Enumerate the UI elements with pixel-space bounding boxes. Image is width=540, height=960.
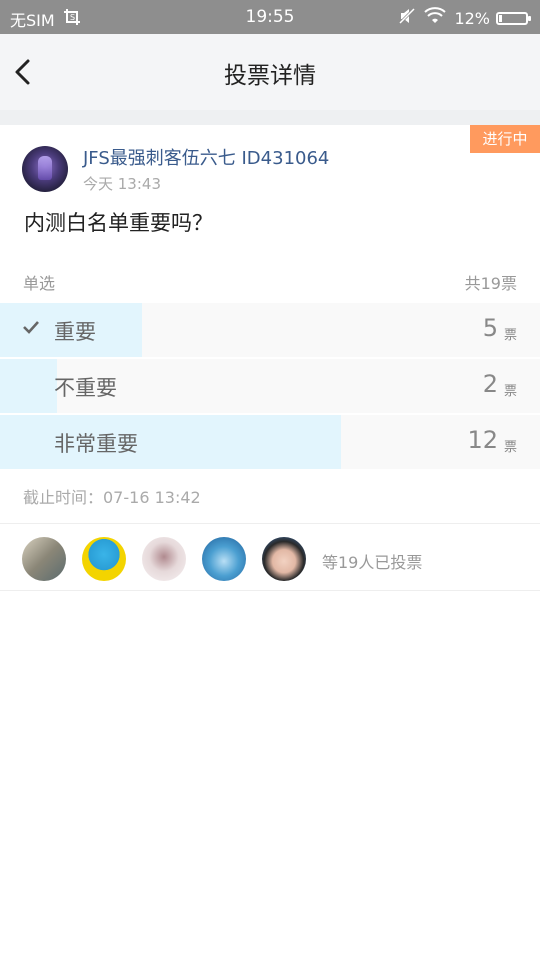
option-count: 2 <box>482 370 498 398</box>
wifi-icon <box>424 7 447 29</box>
vote-total: 共19票 <box>464 274 517 293</box>
option-count: 12 <box>467 426 498 454</box>
option-label: 非常重要 <box>54 432 138 456</box>
status-bar: 无SIM S 19:55 12% <box>0 0 540 34</box>
divider <box>0 523 540 524</box>
option-unit: 票 <box>503 384 517 399</box>
status-badge: 进行中 <box>467 125 540 153</box>
vote-option[interactable]: 不重要 2 票 <box>0 359 540 413</box>
voter-avatar[interactable] <box>262 537 306 581</box>
nav-bar: 投票详情 <box>0 34 540 110</box>
voter-avatar[interactable] <box>22 537 66 581</box>
vote-bar <box>0 359 57 413</box>
section-gap <box>0 110 540 125</box>
vote-question: 内测白名单重要吗？ <box>24 211 213 235</box>
vote-option[interactable]: 非常重要 12 票 <box>0 415 540 469</box>
page-title: 投票详情 <box>224 63 316 89</box>
checkmark-icon <box>22 319 40 340</box>
deadline: 截止时间：07-16 13:42 <box>23 488 201 507</box>
author-name[interactable]: JFS最强刺客伍六七 ID431064 <box>83 144 329 170</box>
author-avatar[interactable] <box>22 146 68 192</box>
option-label: 不重要 <box>54 376 117 400</box>
voter-avatar[interactable] <box>82 537 126 581</box>
voter-avatar[interactable] <box>202 537 246 581</box>
voters-count[interactable]: 等19人已投票 <box>322 549 422 573</box>
battery-icon <box>496 11 531 25</box>
option-label: 重要 <box>54 320 96 344</box>
option-unit: 票 <box>503 440 517 455</box>
voter-avatar[interactable] <box>142 537 186 581</box>
option-unit: 票 <box>503 328 517 343</box>
battery-percent: 12% <box>454 8 490 28</box>
vote-card: 进行中 JFS最强刺客伍六七 ID431064 今天 13:43 内测白名单重要… <box>0 125 540 591</box>
divider <box>0 590 540 591</box>
vote-type-label: 单选 <box>23 274 56 293</box>
vote-bar <box>0 415 342 469</box>
post-time: 今天 13:43 <box>83 175 161 193</box>
mute-icon <box>398 7 416 29</box>
vote-option[interactable]: 重要 5 票 <box>0 303 540 357</box>
option-count: 5 <box>482 314 498 342</box>
